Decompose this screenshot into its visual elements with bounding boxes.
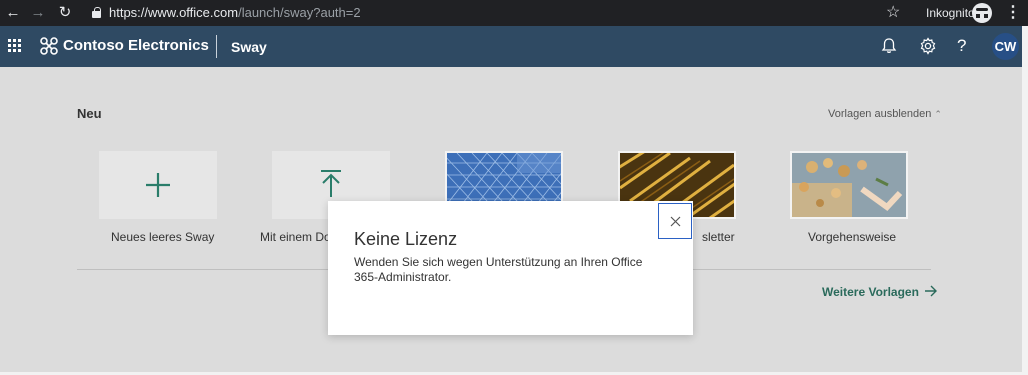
arrow-right-icon — [925, 285, 938, 297]
avatar[interactable]: CW — [992, 33, 1019, 60]
hide-templates-link[interactable]: Vorlagen ausblenden ⌃ — [828, 107, 942, 121]
lock-icon — [92, 7, 101, 18]
dialog-message: Wenden Sie sich wegen Unterstützung an I… — [354, 255, 643, 284]
brand-logo-icon — [40, 37, 58, 55]
tile-label: Mit einem Do — [260, 230, 331, 244]
more-templates-link[interactable]: Weitere Vorlagen — [822, 284, 938, 300]
browser-toolbar: ← → ↻ https://www.office.com/launch/sway… — [0, 0, 1028, 26]
tile-label: sletter — [702, 230, 735, 244]
incognito-icon — [972, 3, 992, 23]
tile-label: Neues leeres Sway — [111, 230, 215, 244]
header-divider — [216, 35, 217, 58]
hide-templates-label: Vorlagen ausblenden — [828, 108, 932, 120]
chevron-up-icon: ⌃ — [934, 109, 942, 119]
more-templates-label: Weitere Vorlagen — [822, 285, 919, 299]
app-launcher-icon[interactable] — [8, 39, 22, 53]
gear-icon[interactable] — [918, 36, 938, 56]
brand-name[interactable]: Contoso Electronics — [63, 37, 209, 55]
window-edge — [1022, 26, 1028, 375]
baking-image — [792, 153, 906, 217]
close-icon — [670, 216, 681, 227]
suite-header: Contoso Electronics Sway ? CW — [0, 26, 1022, 67]
dialog-title: Keine Lizenz — [354, 229, 458, 249]
template-thumbnail-howto[interactable] — [790, 151, 908, 219]
plus-icon — [146, 173, 170, 197]
reload-icon[interactable]: ↻ — [55, 3, 75, 23]
close-button[interactable] — [658, 203, 692, 239]
star-icon[interactable]: ☆ — [886, 3, 900, 23]
tile-label: Vorgehensweise — [808, 230, 897, 244]
kebab-menu-icon[interactable]: ⋮ — [1005, 3, 1021, 23]
bell-icon[interactable] — [879, 36, 899, 56]
address-bar[interactable]: https://www.office.com/launch/sway?auth=… — [92, 4, 361, 22]
url-path: /launch/sway?auth=2 — [238, 5, 361, 20]
app-name[interactable]: Sway — [231, 39, 267, 55]
back-arrow-icon[interactable]: ← — [3, 3, 23, 23]
help-icon[interactable]: ? — [957, 35, 966, 57]
new-blank-sway-tile[interactable] — [99, 151, 217, 219]
incognito-label: Inkognito — [926, 6, 975, 20]
url-host: https://www.office.com — [109, 5, 239, 20]
forward-arrow-icon[interactable]: → — [28, 3, 48, 23]
section-title: Neu — [77, 106, 102, 121]
no-license-dialog: Keine Lizenz Wenden Sie sich wegen Unter… — [328, 201, 693, 335]
